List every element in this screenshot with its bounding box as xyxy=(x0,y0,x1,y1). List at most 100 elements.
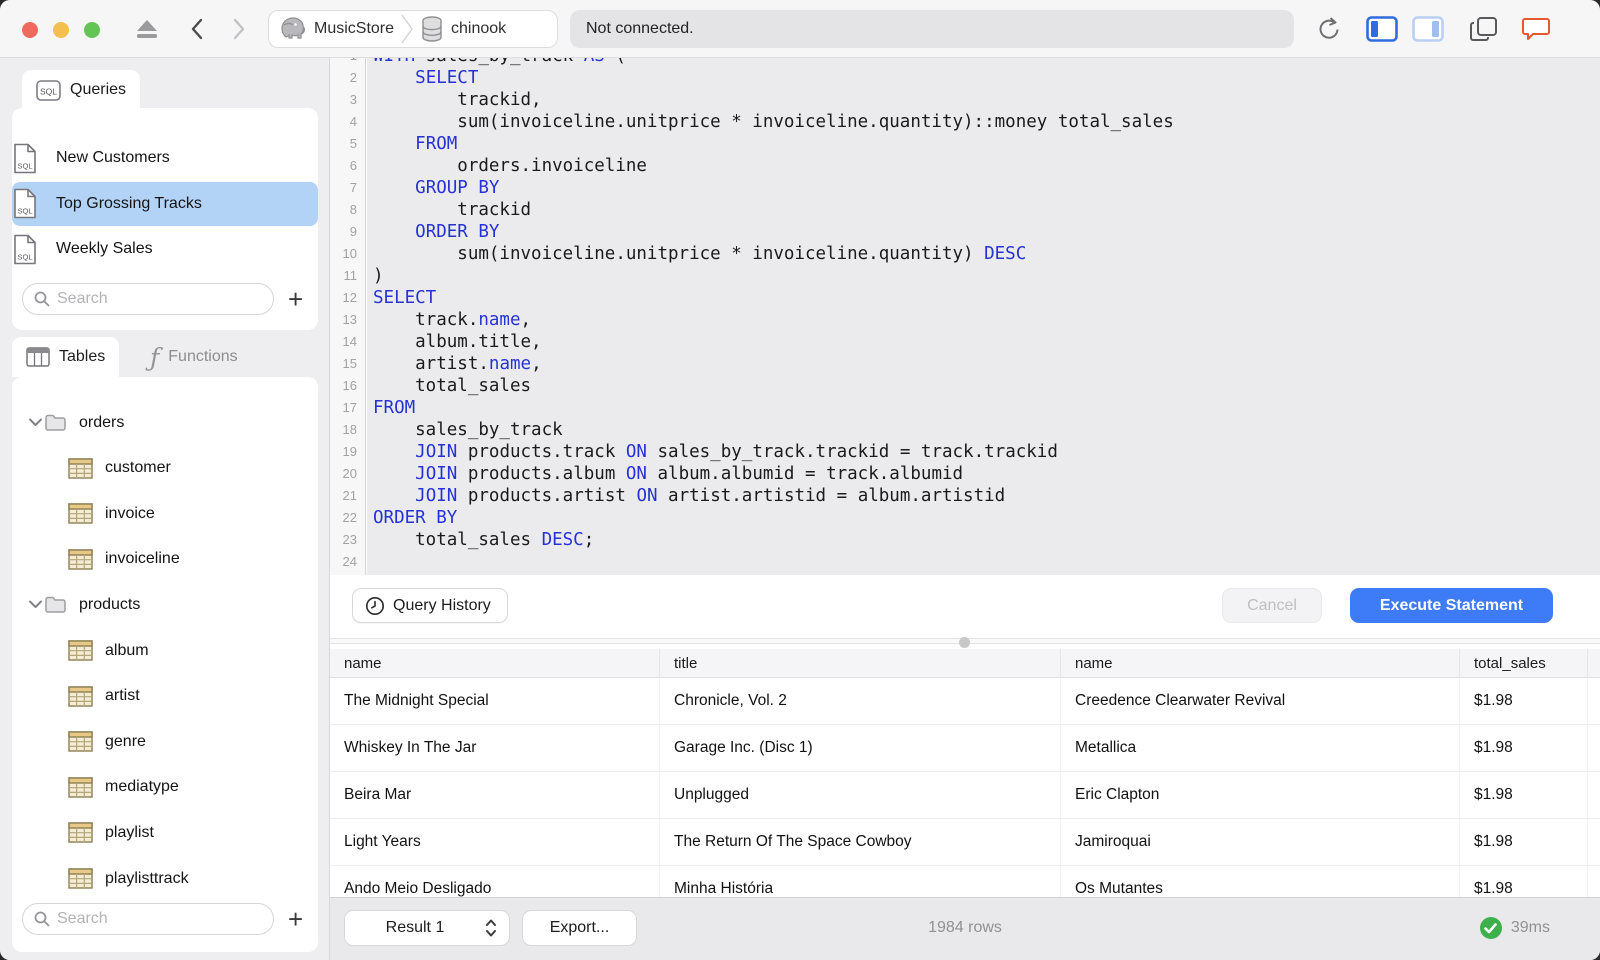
result-cell[interactable]: Os Mutantes xyxy=(1061,866,1460,897)
result-cell[interactable]: The Midnight Special xyxy=(330,678,660,724)
tree-table-row[interactable]: artist xyxy=(12,674,318,719)
result-cell[interactable]: $1.98 xyxy=(1460,678,1588,724)
windows-button[interactable] xyxy=(1466,0,1502,58)
tree-folder-row[interactable]: products xyxy=(12,582,318,627)
result-cell[interactable]: $1.98 xyxy=(1460,819,1588,865)
connection-status: Not connected. xyxy=(570,10,1294,48)
sql-editor[interactable]: WITH sales_by_track AS ( SELECT trackid,… xyxy=(367,58,1600,575)
column-header[interactable]: total_sales xyxy=(1460,649,1588,677)
queries-search-field[interactable] xyxy=(22,283,274,315)
result-cell[interactable]: Whiskey In The Jar xyxy=(330,725,660,771)
results-table: name title name total_sales The Midnight Sp… xyxy=(330,649,1600,897)
tree-table-row[interactable]: customer xyxy=(12,446,318,491)
tables-search-input[interactable] xyxy=(57,910,257,928)
tree-table-row[interactable]: invoiceline xyxy=(12,537,318,582)
tree-folder-row[interactable]: orders xyxy=(12,400,318,445)
query-item[interactable]: SQL Weekly Sales xyxy=(12,227,318,271)
tree-table-label: playlisttrack xyxy=(105,869,189,887)
tree-table-row[interactable]: genre xyxy=(12,719,318,764)
result-cell[interactable]: $1.98 xyxy=(1460,725,1588,771)
toggle-right-sidebar-button[interactable] xyxy=(1410,0,1446,58)
results-header-row: name title name total_sales xyxy=(330,649,1600,678)
column-header[interactable]: title xyxy=(660,649,1061,677)
line-number-gutter: 123456789101112131415161718192021222324 xyxy=(330,58,366,575)
code-line: trackid, xyxy=(373,90,542,110)
forward-button[interactable] xyxy=(226,0,252,58)
result-row[interactable]: The Midnight Special Chronicle, Vol. 2 Cre… xyxy=(330,678,1600,725)
minimize-window-button[interactable] xyxy=(53,22,69,38)
result-row[interactable]: Whiskey In The Jar Garage Inc. (Disc 1) Me… xyxy=(330,725,1600,772)
close-window-button[interactable] xyxy=(22,22,38,38)
zoom-window-button[interactable] xyxy=(84,22,100,38)
line-number: 8 xyxy=(349,202,357,217)
query-duration: 39ms xyxy=(1510,919,1550,936)
tables-search-field[interactable] xyxy=(22,903,274,935)
result-cell[interactable]: Creedence Clearwater Revival xyxy=(1061,678,1460,724)
clock-icon xyxy=(366,596,384,615)
breadcrumb-server[interactable]: MusicStore xyxy=(279,16,394,42)
result-cell[interactable]: Metallica xyxy=(1061,725,1460,771)
execute-statement-button[interactable]: Execute Statement xyxy=(1350,588,1553,623)
tree-table-row[interactable]: playlisttrack xyxy=(12,856,318,901)
success-check-icon xyxy=(1479,917,1502,939)
tab-tables[interactable]: Tables xyxy=(12,337,120,377)
sql-file-icon: SQL xyxy=(14,143,36,173)
query-item[interactable]: SQL New Customers xyxy=(12,136,318,180)
tree-table-label: album xyxy=(105,641,149,659)
tree-table-row[interactable]: invoice xyxy=(12,491,318,536)
result-cell[interactable]: Unplugged xyxy=(660,772,1061,818)
tree-table-row[interactable]: mediatype xyxy=(12,765,318,810)
column-header[interactable]: name xyxy=(1061,649,1460,677)
line-number: 16 xyxy=(342,378,357,393)
result-cell[interactable]: Light Years xyxy=(330,819,660,865)
chevron-down-icon[interactable] xyxy=(28,417,43,427)
result-cell[interactable]: Garage Inc. (Disc 1) xyxy=(660,725,1061,771)
result-cell[interactable]: $1.98 xyxy=(1460,772,1588,818)
pane-resize-divider[interactable] xyxy=(330,637,1600,648)
table-icon xyxy=(68,503,93,524)
result-row[interactable]: Beira Mar Unplugged Eric Clapton $1.98 xyxy=(330,772,1600,819)
tree-table-row[interactable]: playlist xyxy=(12,810,318,855)
breadcrumb-database[interactable]: chinook xyxy=(420,15,506,43)
postico-window: MusicStore chinook Not connected. SQL Qu… xyxy=(0,0,1600,960)
queries-search-input[interactable] xyxy=(57,290,257,308)
query-item-label: Weekly Sales xyxy=(56,240,153,257)
table-icon xyxy=(68,822,93,844)
result-row[interactable]: Ando Meio Desligado Minha História Os Muta… xyxy=(330,866,1600,897)
eject-icon[interactable] xyxy=(132,0,162,58)
table-columns-icon xyxy=(26,347,50,367)
refresh-button[interactable] xyxy=(1313,0,1345,58)
code-line: JOIN products.artist ON artist.artistid … xyxy=(415,486,1006,506)
result-cell[interactable]: Minha História xyxy=(660,866,1061,897)
code-line: ) xyxy=(373,266,384,286)
line-number: 22 xyxy=(342,510,357,525)
tree-table-label: customer xyxy=(105,459,171,477)
back-button[interactable] xyxy=(184,0,210,58)
query-item-label: Top Grossing Tracks xyxy=(56,194,202,212)
result-cell[interactable]: Eric Clapton xyxy=(1061,772,1460,818)
tab-queries[interactable]: SQL Queries xyxy=(22,70,141,110)
code-line: total_sales DESC; xyxy=(373,530,595,550)
code-line: FROM xyxy=(415,134,458,154)
column-header[interactable]: name xyxy=(330,649,660,677)
add-query-button[interactable]: + xyxy=(288,286,303,312)
toggle-left-sidebar-button[interactable] xyxy=(1364,0,1400,58)
result-cell[interactable]: Jamiroquai xyxy=(1061,819,1460,865)
add-table-button[interactable]: + xyxy=(288,906,303,932)
result-row[interactable]: Light Years The Return Of The Space Cowbo… xyxy=(330,819,1600,866)
result-cell[interactable]: Ando Meio Desligado xyxy=(330,866,660,897)
tab-functions[interactable]: ƒ Functions xyxy=(140,337,248,377)
table-icon xyxy=(68,549,93,570)
query-history-button[interactable]: Query History xyxy=(352,588,508,623)
result-cell[interactable]: Chronicle, Vol. 2 xyxy=(660,678,1061,724)
query-item[interactable]: SQL Top Grossing Tracks xyxy=(12,181,318,226)
result-cell[interactable]: The Return Of The Space Cowboy xyxy=(660,819,1061,865)
result-cell[interactable]: Beira Mar xyxy=(330,772,660,818)
cancel-button[interactable]: Cancel xyxy=(1222,588,1322,623)
resize-handle-dot[interactable] xyxy=(959,637,970,648)
chevron-down-icon[interactable] xyxy=(28,599,43,609)
result-cell[interactable]: $1.98 xyxy=(1460,866,1588,897)
tree-table-row[interactable]: album xyxy=(12,628,318,673)
feedback-chat-button[interactable] xyxy=(1518,0,1554,58)
